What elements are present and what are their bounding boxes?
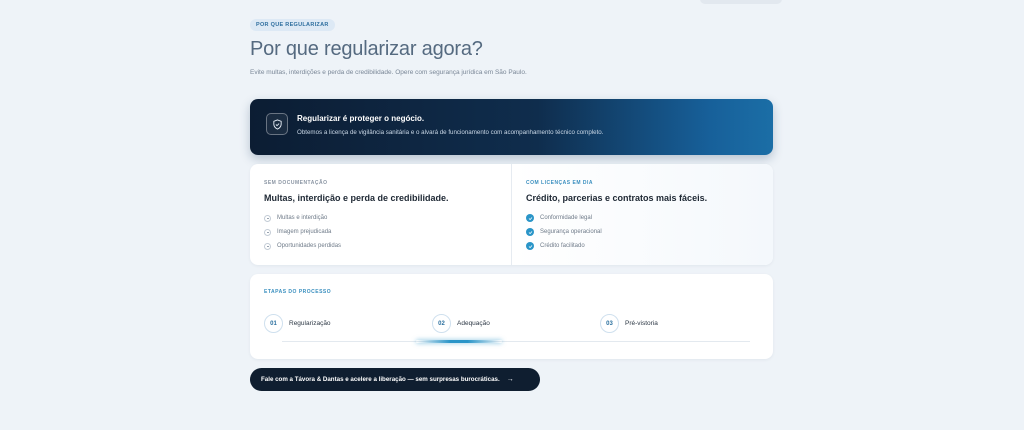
step-number: 01: [264, 314, 283, 333]
process-eyebrow: ETAPAS DO PROCESSO: [264, 289, 332, 295]
minus-icon: [264, 242, 271, 250]
list-item-label: Imagem prejudicada: [277, 229, 332, 235]
list-item-label: Crédito facilitado: [540, 243, 585, 249]
section-subtitle: Evite multas, interdições e perda de cre…: [250, 69, 527, 76]
with-licenses-title: Crédito, parcerias e contratos mais fáce…: [526, 193, 708, 203]
list-item-label: Segurança operacional: [540, 229, 602, 235]
why-regularize-section: POR QUE REGULARIZAR Por que regularizar …: [250, 13, 773, 391]
with-licenses-eyebrow: COM LICENÇAS EM DIA: [526, 180, 593, 186]
step-1[interactable]: 01 Regularização: [264, 314, 331, 333]
step-label: Adequação: [457, 320, 490, 327]
list-item: Crédito facilitado: [526, 239, 759, 253]
list-item: Conformidade legal: [526, 211, 759, 225]
list-item: Imagem prejudicada: [264, 225, 497, 239]
check-icon: [526, 228, 534, 236]
step-number: 03: [600, 314, 619, 333]
comparison-card: SEM DOCUMENTAÇÃO Multas, interdição e pe…: [250, 164, 773, 265]
with-licenses-list: Conformidade legal Segurança operacional…: [526, 211, 759, 253]
minus-icon: [264, 228, 271, 236]
hero-title: Regularizar é proteger o negócio.: [297, 114, 425, 123]
without-docs-title: Multas, interdição e perda de credibilid…: [264, 193, 449, 203]
progress-indicator: [416, 340, 502, 343]
without-docs-eyebrow: SEM DOCUMENTAÇÃO: [264, 180, 328, 186]
list-item: Oportunidades perdidas: [264, 239, 497, 253]
check-icon: [526, 242, 534, 250]
list-item-label: Oportunidades perdidas: [277, 243, 342, 249]
hero-banner: Regularizar é proteger o negócio. Obtemo…: [250, 99, 773, 155]
process-steps-card: ETAPAS DO PROCESSO 01 Regularização 02 A…: [250, 274, 773, 359]
section-eyebrow: POR QUE REGULARIZAR: [250, 19, 335, 31]
hero-text: Obtemos a licença de vigilância sanitári…: [297, 129, 604, 136]
shield-check-icon: [266, 113, 288, 135]
contact-cta-button[interactable]: Fale com a Távora & Dantas e acelere a l…: [250, 368, 540, 391]
section-title: Por que regularizar agora?: [250, 38, 483, 60]
without-docs-column: SEM DOCUMENTAÇÃO Multas, interdição e pe…: [250, 164, 511, 265]
arrow-right-icon: →: [506, 376, 514, 383]
minus-icon: [264, 214, 271, 222]
without-docs-list: Multas e interdição Imagem prejudicada O…: [264, 211, 497, 253]
step-label: Pré-vistoria: [625, 320, 658, 327]
with-licenses-column: COM LICENÇAS EM DIA Crédito, parcerias e…: [511, 164, 773, 265]
cta-label: Fale com a Távora & Dantas e acelere a l…: [261, 376, 500, 383]
list-item: Multas e interdição: [264, 211, 497, 225]
list-item-label: Multas e interdição: [277, 215, 328, 221]
step-number: 02: [432, 314, 451, 333]
step-2[interactable]: 02 Adequação: [432, 314, 490, 333]
check-icon: [526, 214, 534, 222]
list-item: Segurança operacional: [526, 225, 759, 239]
top-nav-stub: [700, 0, 782, 4]
list-item-label: Conformidade legal: [540, 215, 593, 221]
progress-track: [282, 341, 750, 342]
step-label: Regularização: [289, 320, 331, 327]
step-3[interactable]: 03 Pré-vistoria: [600, 314, 658, 333]
